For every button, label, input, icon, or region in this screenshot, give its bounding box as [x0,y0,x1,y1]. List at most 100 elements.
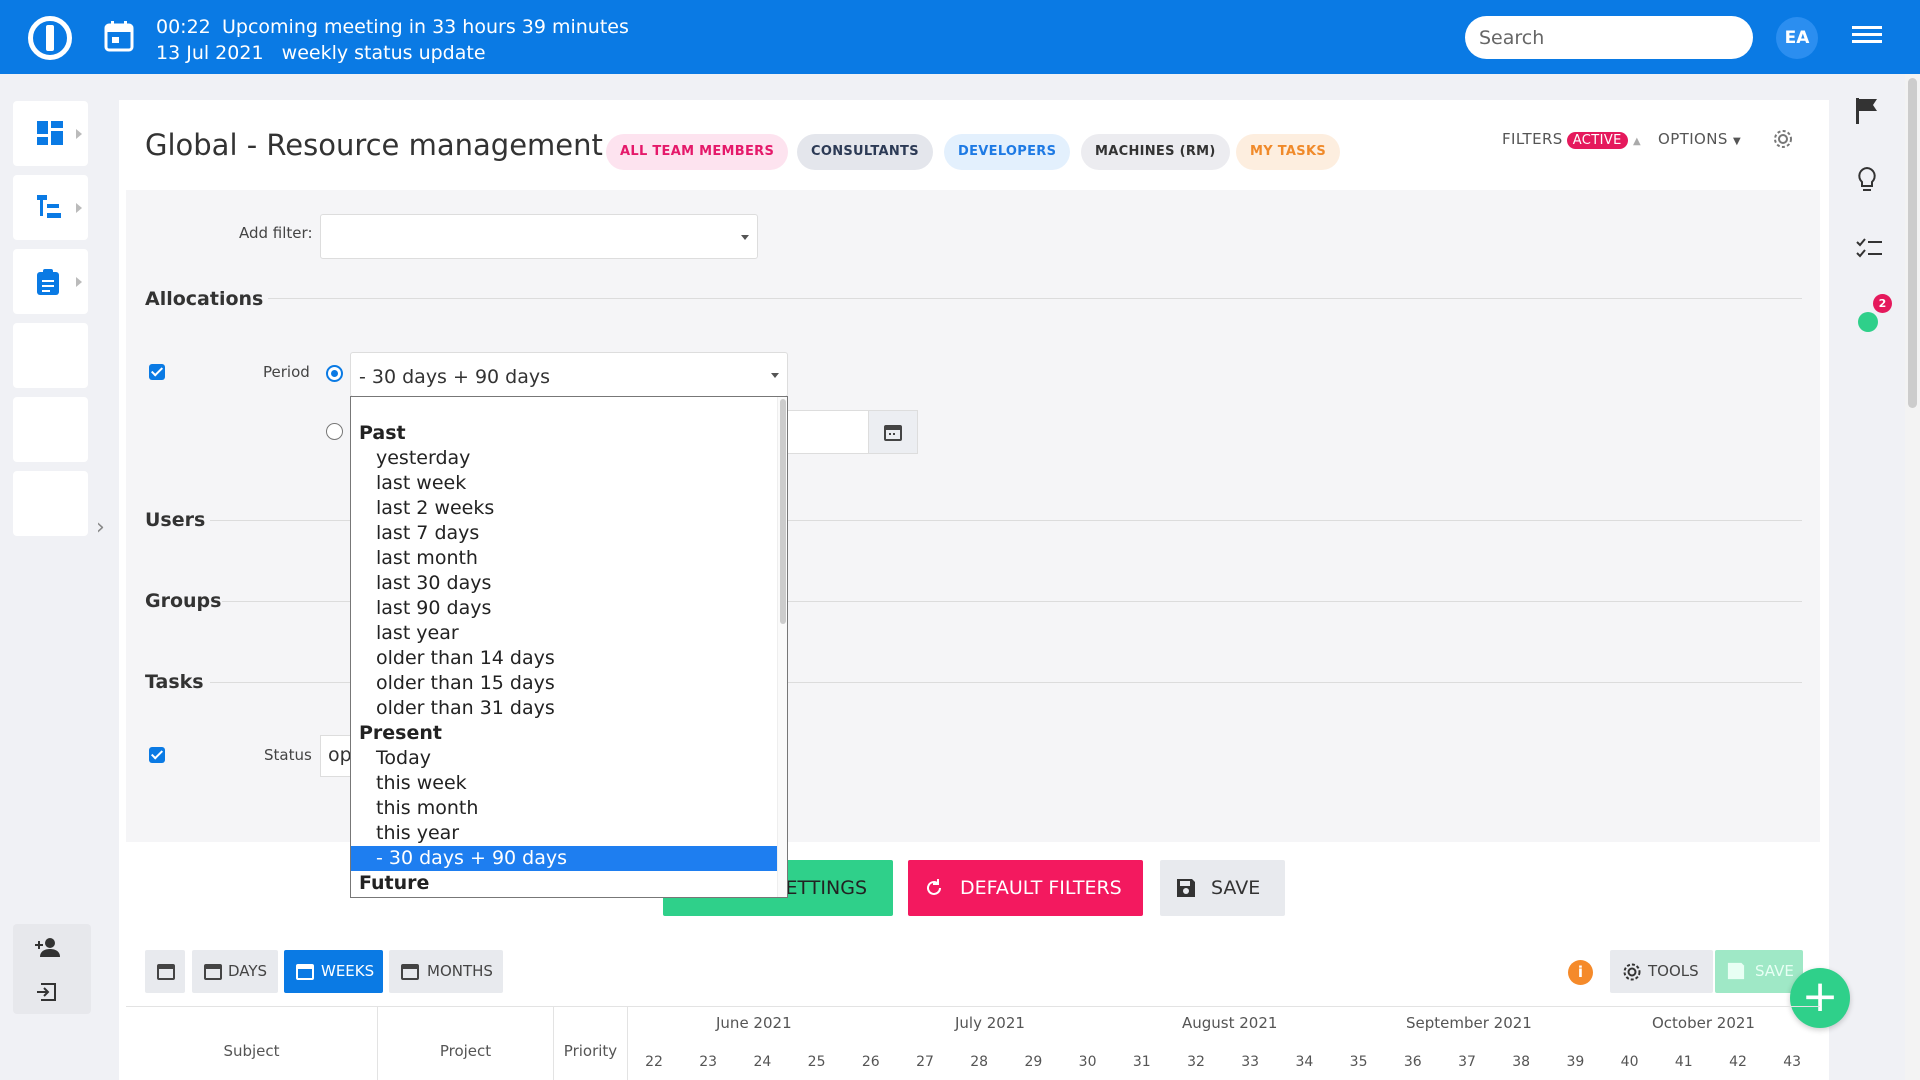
info-icon[interactable]: i [1568,960,1593,985]
sidebar-slot-6[interactable] [13,471,88,536]
add-user-icon[interactable] [35,937,61,957]
group-past: Past [359,422,406,444]
section-tasks: Tasks [145,671,204,693]
calendar-toolbar-button[interactable] [145,950,185,993]
period-option[interactable]: yesterday [351,446,777,471]
present-options: Today this week this month this year - 30 da… [351,746,777,871]
period-preset-radio[interactable] [326,365,343,382]
gantt-save-button[interactable]: SAVE [1715,950,1803,993]
chip-machines-rm[interactable]: MACHINES (RM) [1081,134,1230,170]
save-filters-label: SAVE [1211,877,1261,899]
app-logo-icon[interactable] [28,16,72,60]
sidebar-dashboard[interactable] [13,101,88,166]
group-present: Present [359,722,442,744]
checklist-icon[interactable] [1856,238,1882,260]
sidebar-tasks[interactable] [13,249,88,314]
past-options: yesterday last week last 2 weeks last 7 day… [351,446,777,721]
period-range-radio[interactable] [326,423,343,440]
month-label: September 2021 [1406,1014,1532,1032]
view-days-button[interactable]: DAYS [192,950,278,993]
period-option[interactable]: last month [351,546,777,571]
period-option[interactable]: last 90 days [351,596,777,621]
tasks-status-checkbox[interactable] [149,747,165,763]
divider [268,298,1802,299]
chip-developers[interactable]: DEVELOPERS [944,134,1071,170]
period-select[interactable]: - 30 days + 90 days [350,352,788,397]
week-label: 23 [699,1054,718,1070]
section-allocations: Allocations [145,288,264,310]
add-filter-label: Add filter: [239,224,313,242]
period-option[interactable]: - 30 days + 90 days [351,846,777,871]
week-label: 43 [1783,1054,1802,1070]
page-title: Global - Resource management [145,128,603,162]
period-options-list: Past yesterday last week last 2 weeks last … [351,421,777,896]
logout-icon[interactable] [37,982,57,1002]
period-option[interactable]: older than 31 days [351,696,777,721]
hamburger-menu-icon[interactable] [1852,26,1882,48]
week-label: 30 [1078,1054,1097,1070]
period-option[interactable]: last week [351,471,777,496]
notifications-icon[interactable] [1858,312,1878,332]
sidebar-projects[interactable] [13,175,88,240]
period-option[interactable]: last year [351,621,777,646]
week-label: 33 [1241,1054,1260,1070]
options-menu[interactable]: OPTIONS ▼ [1658,130,1741,148]
sidebar-bottom-panel [13,924,91,1014]
week-label: 24 [753,1054,772,1070]
column-subject[interactable]: Subject [126,1007,378,1080]
period-option[interactable]: this week [351,771,777,796]
filters-toggle[interactable]: FILTERS ACTIVE ▲ [1502,130,1641,149]
week-label: 36 [1403,1054,1422,1070]
filters-active-badge: ACTIVE [1566,132,1628,149]
view-weeks-button[interactable]: WEEKS [284,950,383,993]
settings-gear-icon[interactable] [1772,128,1794,150]
period-option[interactable]: last 7 days [351,521,777,546]
sidebar-slot-4[interactable] [13,323,88,388]
period-label: Period [263,363,310,381]
upcoming-meeting[interactable]: 00:22 Upcoming meeting in 33 hours 39 min… [156,14,629,66]
sidebar-expand-chevron-icon[interactable]: › [96,515,105,540]
period-option[interactable]: last 30 days [351,571,777,596]
page-scrollbar[interactable] [1905,74,1920,1080]
default-filters-label: DEFAULT FILTERS [960,877,1122,899]
lightbulb-icon[interactable] [1856,166,1878,194]
save-icon [1177,879,1195,897]
week-label: 29 [1024,1054,1043,1070]
view-months-label: MONTHS [427,962,493,980]
clipboard-icon [37,269,59,295]
dashboard-icon [37,121,63,145]
meeting-date: 13 Jul 2021 [156,42,264,64]
chip-all-team-members[interactable]: ALL TEAM MEMBERS [606,134,789,170]
notification-count-badge: 2 [1873,294,1892,313]
view-months-button[interactable]: MONTHS [389,950,503,993]
chip-consultants[interactable]: CONSULTANTS [797,134,933,170]
chip-my-tasks[interactable]: MY TASKS [1236,134,1340,170]
week-label: 35 [1349,1054,1368,1070]
allocations-period-checkbox[interactable] [149,364,165,380]
group-future: Future [359,872,430,894]
period-option[interactable]: this month [351,796,777,821]
search-input[interactable] [1465,16,1753,59]
view-days-label: DAYS [228,962,268,980]
sidebar-slot-5[interactable] [13,397,88,462]
add-filter-select[interactable] [320,214,758,259]
period-option[interactable]: older than 15 days [351,671,777,696]
save-filters-button[interactable]: SAVE [1160,860,1285,916]
period-option[interactable]: last 2 weeks [351,496,777,521]
week-label: 37 [1458,1054,1476,1070]
tools-button[interactable]: TOOLS [1610,950,1713,993]
period-option[interactable]: Today [351,746,777,771]
status-value: op [328,744,352,766]
calendar-icon[interactable] [104,20,134,52]
column-project[interactable]: Project [378,1007,554,1080]
user-avatar[interactable]: EA [1776,17,1818,59]
default-filters-button[interactable]: DEFAULT FILTERS [908,860,1143,916]
period-option[interactable]: older than 14 days [351,646,777,671]
period-dropdown[interactable]: Past yesterday last week last 2 weeks last … [350,396,788,898]
tools-label: TOOLS [1648,962,1699,980]
dropdown-scrollbar[interactable] [777,397,787,897]
flag-icon[interactable] [1856,98,1878,124]
column-priority[interactable]: Priority [554,1007,628,1080]
period-option[interactable]: this year [351,821,777,846]
date-picker-button[interactable] [868,410,918,454]
